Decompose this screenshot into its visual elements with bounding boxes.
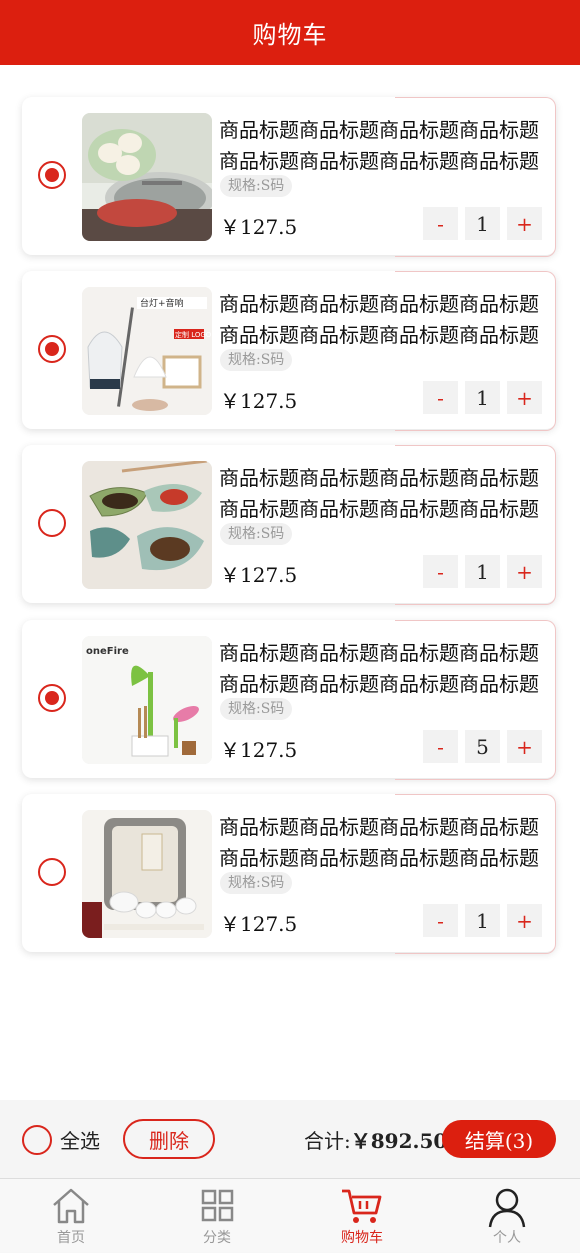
product-spec-badge: 规格:S码 [220,175,293,197]
home-icon [53,1188,89,1224]
user-icon [488,1188,526,1228]
cart-item: oneFire 商品标题商品标题商品标题商品标题商品标题商品标题商品标题商品标题… [22,620,556,780]
product-image[interactable]: oneFire [82,636,212,764]
tab-cart-label: 购物车 [341,1230,383,1246]
product-price: ￥127.5 [220,389,298,413]
tab-home-label: 首页 [57,1230,85,1246]
product-price: ￥127.5 [220,738,298,762]
quantity-value[interactable]: 1 [465,381,500,414]
product-image[interactable]: 台灯+音响 定制 LOGO [82,287,212,415]
product-image[interactable] [82,810,212,938]
product-price: ￥127.5 [220,912,298,936]
cart-icon [342,1189,382,1223]
tab-category-label: 分类 [203,1230,231,1246]
item-select-radio[interactable] [38,858,66,886]
bottom-tab-bar: 首页 分类 购物车 个人 [0,1178,580,1252]
quantity-value[interactable]: 1 [465,904,500,937]
item-select-radio[interactable] [38,335,66,363]
increase-button[interactable]: + [507,207,542,240]
quantity-stepper: - 5 + [423,730,542,763]
page-title: 购物车 [252,21,328,49]
grid-icon [201,1189,234,1222]
total-value: ￥892.50 [350,1129,448,1153]
decrease-button[interactable]: - [423,555,458,588]
product-spec-badge: 规格:S码 [220,349,293,371]
image-text: oneFire [86,646,129,657]
item-select-radio[interactable] [38,161,66,189]
cart-item: 商品标题商品标题商品标题商品标题商品标题商品标题商品标题商品标题 规格:S码 ￥… [22,97,556,257]
product-title[interactable]: 商品标题商品标题商品标题商品标题商品标题商品标题商品标题商品标题 [219,115,549,177]
cart-footer: 全选 删除 合计:￥892.50 结算(3) [0,1100,580,1178]
item-select-radio[interactable] [38,509,66,537]
increase-button[interactable]: + [507,381,542,414]
item-select-radio[interactable] [38,684,66,712]
product-title[interactable]: 商品标题商品标题商品标题商品标题商品标题商品标题商品标题商品标题 [219,812,549,874]
cart-list: 商品标题商品标题商品标题商品标题商品标题商品标题商品标题商品标题 规格:S码 ￥… [0,65,580,1100]
image-text: 定制 LOGO [175,330,212,339]
increase-button[interactable]: + [507,904,542,937]
select-all-label[interactable]: 全选 [60,1125,100,1154]
tab-profile-label: 个人 [493,1230,521,1246]
quantity-value[interactable]: 1 [465,207,500,240]
tab-cart[interactable]: 购物车 [312,1179,412,1253]
total-label: 合计: [304,1129,351,1153]
quantity-stepper: - 1 + [423,555,542,588]
increase-button[interactable]: + [507,730,542,763]
select-all-radio[interactable] [22,1125,52,1155]
decrease-button[interactable]: - [423,207,458,240]
cart-item: 商品标题商品标题商品标题商品标题商品标题商品标题商品标题商品标题 规格:S码 ￥… [22,794,556,954]
tab-profile[interactable]: 个人 [457,1179,557,1253]
tab-home[interactable]: 首页 [21,1179,121,1253]
product-image[interactable] [82,461,212,589]
product-title[interactable]: 商品标题商品标题商品标题商品标题商品标题商品标题商品标题商品标题 [219,289,549,351]
image-text: 台灯+音响 [140,297,184,309]
product-title[interactable]: 商品标题商品标题商品标题商品标题商品标题商品标题商品标题商品标题 [219,638,549,700]
quantity-stepper: - 1 + [423,207,542,240]
quantity-stepper: - 1 + [423,381,542,414]
delete-button[interactable]: 删除 [123,1119,215,1159]
cart-item: 商品标题商品标题商品标题商品标题商品标题商品标题商品标题商品标题 规格:S码 ￥… [22,445,556,605]
cart-item: 台灯+音响 定制 LOGO 商品标题商品标题商品标题商品标题商品标题商品标题商品… [22,271,556,431]
product-title[interactable]: 商品标题商品标题商品标题商品标题商品标题商品标题商品标题商品标题 [219,463,549,525]
quantity-value[interactable]: 1 [465,555,500,588]
product-spec-badge: 规格:S码 [220,523,293,545]
quantity-value[interactable]: 5 [465,730,500,763]
product-image[interactable] [82,113,212,241]
total-amount: 合计:￥892.50 [304,1125,447,1154]
product-spec-badge: 规格:S码 [220,698,293,720]
product-spec-badge: 规格:S码 [220,872,293,894]
product-price: ￥127.5 [220,563,298,587]
decrease-button[interactable]: - [423,730,458,763]
decrease-button[interactable]: - [423,904,458,937]
quantity-stepper: - 1 + [423,904,542,937]
page-header: 购物车 [0,0,580,65]
decrease-button[interactable]: - [423,381,458,414]
checkout-button[interactable]: 结算(3) [442,1120,556,1158]
tab-category[interactable]: 分类 [167,1179,267,1253]
increase-button[interactable]: + [507,555,542,588]
product-price: ￥127.5 [220,215,298,239]
